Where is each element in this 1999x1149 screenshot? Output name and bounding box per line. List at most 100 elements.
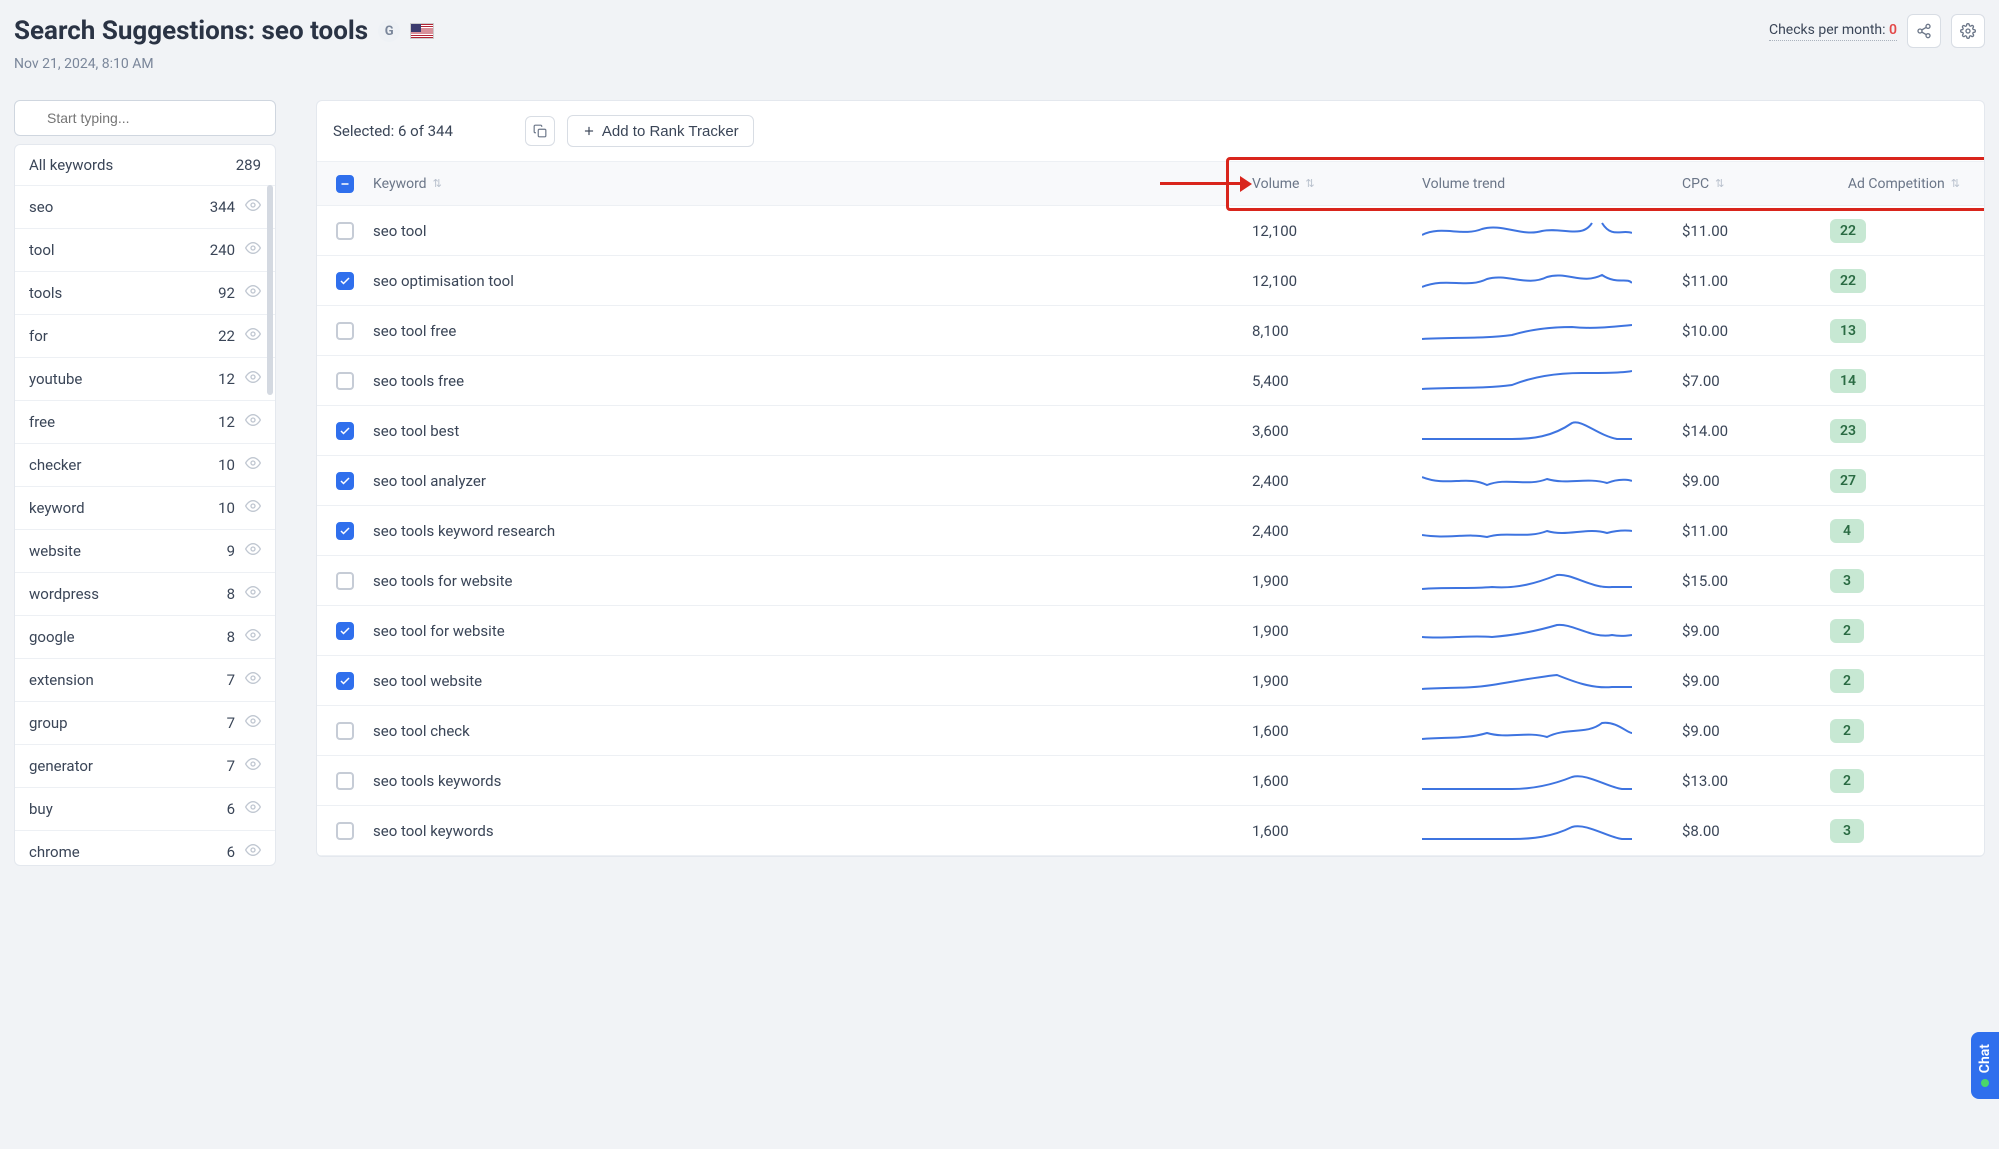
row-checkbox[interactable]	[336, 422, 354, 440]
table-row: seo tool analyzer 2,400 $9.00 27	[317, 456, 1984, 506]
all-keywords-row[interactable]: All keywords 289	[15, 145, 275, 186]
cell-keyword[interactable]: seo tools free	[373, 372, 1244, 390]
ad-competition-badge: 13	[1830, 319, 1866, 343]
eye-icon[interactable]	[245, 584, 261, 604]
row-checkbox[interactable]	[336, 822, 354, 840]
sidebar-keyword-item[interactable]: group 7	[15, 702, 275, 745]
cell-volume: 1,600	[1244, 772, 1414, 790]
row-checkbox[interactable]	[336, 672, 354, 690]
sparkline-icon	[1422, 767, 1632, 795]
eye-icon[interactable]	[245, 240, 261, 260]
sidebar-keyword-item[interactable]: wordpress 8	[15, 573, 275, 616]
eye-icon[interactable]	[245, 799, 261, 819]
sidebar-keyword-item[interactable]: checker 10	[15, 444, 275, 487]
sparkline-icon	[1422, 617, 1632, 645]
row-checkbox[interactable]	[336, 522, 354, 540]
row-checkbox[interactable]	[336, 322, 354, 340]
cell-keyword[interactable]: seo tool check	[373, 722, 1244, 740]
copy-button[interactable]	[525, 116, 555, 146]
add-to-rank-tracker-button[interactable]: Add to Rank Tracker	[567, 115, 754, 147]
col-cpc[interactable]: CPC⇅	[1674, 176, 1824, 192]
cell-cpc: $9.00	[1674, 672, 1824, 690]
table-row: seo tool 12,100 $11.00 22	[317, 206, 1984, 256]
cell-cpc: $13.00	[1674, 772, 1824, 790]
table-row: seo tool check 1,600 $9.00 2	[317, 706, 1984, 756]
eye-icon[interactable]	[245, 670, 261, 690]
settings-button[interactable]	[1951, 14, 1985, 48]
sidebar-item-label: checker	[29, 456, 81, 474]
cell-volume-trend	[1414, 717, 1674, 745]
row-checkbox[interactable]	[336, 722, 354, 740]
row-checkbox[interactable]	[336, 372, 354, 390]
cell-keyword[interactable]: seo tools keyword research	[373, 522, 1244, 540]
eye-icon[interactable]	[245, 756, 261, 776]
table-row: seo tool keywords 1,600 $8.00 3	[317, 806, 1984, 856]
sidebar-item-label: free	[29, 413, 55, 431]
sidebar-keyword-item[interactable]: keyword 10	[15, 487, 275, 530]
sidebar-item-label: wordpress	[29, 585, 99, 603]
share-icon	[1916, 23, 1932, 39]
cell-keyword[interactable]: seo tool best	[373, 422, 1244, 440]
eye-icon[interactable]	[245, 713, 261, 733]
cell-keyword[interactable]: seo tool analyzer	[373, 472, 1244, 490]
col-ad-competition[interactable]: Ad Competition⇅	[1824, 176, 1984, 192]
sidebar-item-label: generator	[29, 757, 93, 775]
eye-icon[interactable]	[245, 498, 261, 518]
sidebar-keyword-item[interactable]: for 22	[15, 315, 275, 358]
sidebar-keyword-item[interactable]: free 12	[15, 401, 275, 444]
eye-icon[interactable]	[245, 842, 261, 862]
sidebar-keyword-item[interactable]: youtube 12	[15, 358, 275, 401]
sidebar-keyword-item[interactable]: chrome 6	[15, 831, 275, 865]
eye-icon[interactable]	[245, 412, 261, 432]
keyword-filter-input[interactable]	[14, 100, 276, 136]
eye-icon[interactable]	[245, 326, 261, 346]
eye-icon[interactable]	[245, 627, 261, 647]
row-checkbox[interactable]	[336, 472, 354, 490]
share-button[interactable]	[1907, 14, 1941, 48]
cell-keyword[interactable]: seo tool free	[373, 322, 1244, 340]
eye-icon[interactable]	[245, 197, 261, 217]
eye-icon[interactable]	[245, 455, 261, 475]
row-checkbox[interactable]	[336, 222, 354, 240]
row-checkbox[interactable]	[336, 572, 354, 590]
cell-cpc: $9.00	[1674, 622, 1824, 640]
sidebar-item-count: 9	[227, 542, 235, 560]
cell-volume-trend	[1414, 217, 1674, 245]
cell-volume-trend	[1414, 267, 1674, 295]
cell-keyword[interactable]: seo tool website	[373, 672, 1244, 690]
eye-icon[interactable]	[245, 541, 261, 561]
col-volume-trend[interactable]: Volume trend	[1414, 176, 1674, 192]
sidebar-keyword-item[interactable]: website 9	[15, 530, 275, 573]
row-checkbox[interactable]	[336, 272, 354, 290]
sidebar-keyword-item[interactable]: buy 6	[15, 788, 275, 831]
ad-competition-badge: 22	[1830, 219, 1866, 243]
cell-keyword[interactable]: seo tool for website	[373, 622, 1244, 640]
sidebar-keyword-item[interactable]: tool 240	[15, 229, 275, 272]
sidebar-item-count: 8	[227, 628, 235, 646]
col-keyword[interactable]: Keyword⇅	[373, 176, 1244, 192]
select-all-checkbox[interactable]	[336, 175, 354, 193]
ad-competition-badge: 2	[1830, 719, 1864, 743]
selected-count: Selected: 6 of 344	[333, 122, 453, 140]
sidebar-item-label: chrome	[29, 843, 80, 861]
sidebar-keyword-item[interactable]: seo 344	[15, 186, 275, 229]
row-checkbox[interactable]	[336, 622, 354, 640]
cell-keyword[interactable]: seo tool keywords	[373, 822, 1244, 840]
row-checkbox[interactable]	[336, 772, 354, 790]
cell-keyword[interactable]: seo tools keywords	[373, 772, 1244, 790]
gear-icon	[1960, 23, 1976, 39]
sidebar-keyword-item[interactable]: google 8	[15, 616, 275, 659]
us-flag-icon	[410, 23, 434, 39]
cell-keyword[interactable]: seo optimisation tool	[373, 272, 1244, 290]
cell-keyword[interactable]: seo tool	[373, 222, 1244, 240]
eye-icon[interactable]	[245, 283, 261, 303]
eye-icon[interactable]	[245, 369, 261, 389]
chat-tab[interactable]: Chat	[1971, 1032, 1999, 1099]
scrollbar-thumb[interactable]	[267, 185, 273, 395]
sidebar-keyword-item[interactable]: generator 7	[15, 745, 275, 788]
sparkline-icon	[1422, 317, 1632, 345]
sidebar-keyword-item[interactable]: tools 92	[15, 272, 275, 315]
cell-keyword[interactable]: seo tools for website	[373, 572, 1244, 590]
col-volume[interactable]: Volume⇅	[1244, 176, 1414, 192]
sidebar-keyword-item[interactable]: extension 7	[15, 659, 275, 702]
